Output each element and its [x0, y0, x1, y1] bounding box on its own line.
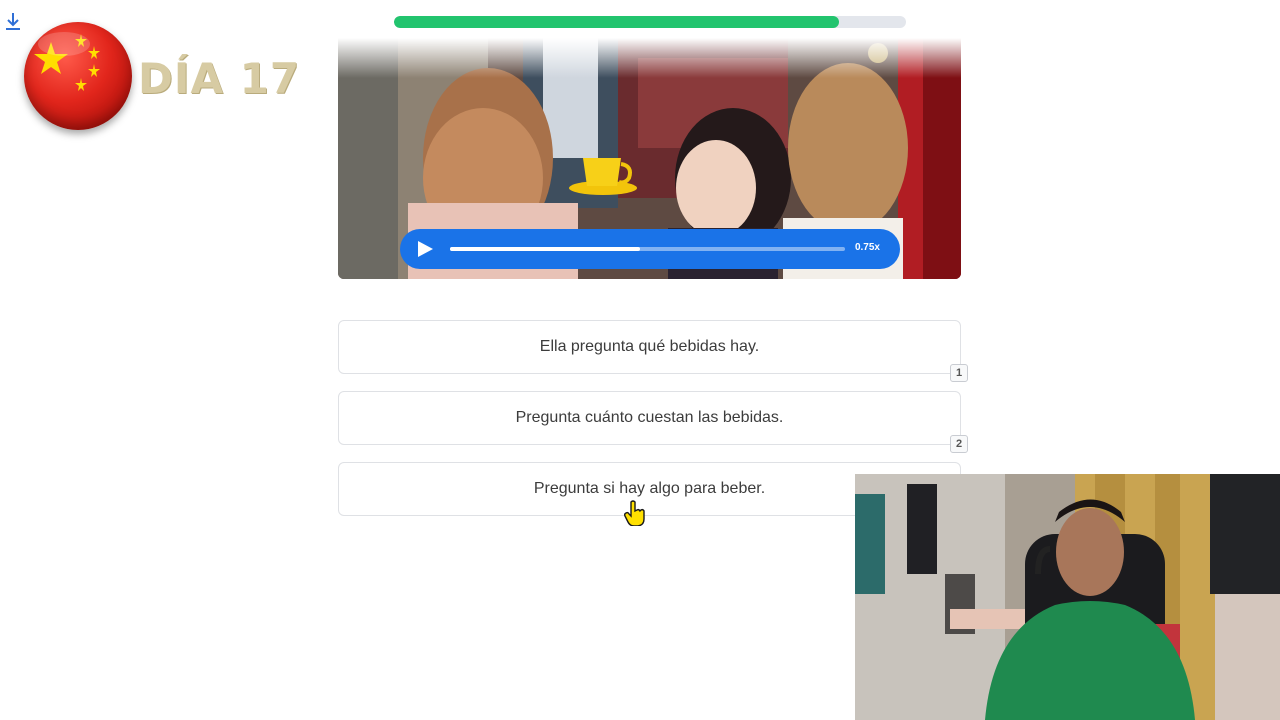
audio-seek-bar[interactable]: [450, 247, 845, 251]
download-icon[interactable]: [4, 12, 22, 32]
answer-option-text: Pregunta si hay algo para beber.: [533, 480, 766, 497]
answer-option-text: Pregunta cuánto cuestan las bebidas.: [515, 409, 784, 426]
answer-option-text: Ella pregunta qué bebidas hay.: [539, 338, 760, 355]
audio-player: 0.75x: [400, 229, 900, 269]
lesson-progress-fill: [394, 16, 840, 28]
audio-played-fill: [450, 247, 640, 251]
answer-option-1[interactable]: Ella pregunta qué bebidas hay.: [338, 320, 961, 374]
webcam-overlay: [855, 474, 1280, 720]
play-icon[interactable]: [418, 241, 433, 257]
china-flag-icon: [24, 22, 132, 130]
answer-option-2[interactable]: Pregunta cuánto cuestan las bebidas.: [338, 391, 961, 445]
day-counter-label: DÍA 17: [138, 54, 301, 103]
hand-pointer-icon: [624, 500, 645, 526]
lesson-progress-bar: [394, 16, 906, 28]
shortcut-key-badge: 1: [950, 364, 968, 382]
shortcut-key-badge: 2: [950, 435, 968, 453]
playback-speed-button[interactable]: 0.75x: [855, 242, 880, 253]
